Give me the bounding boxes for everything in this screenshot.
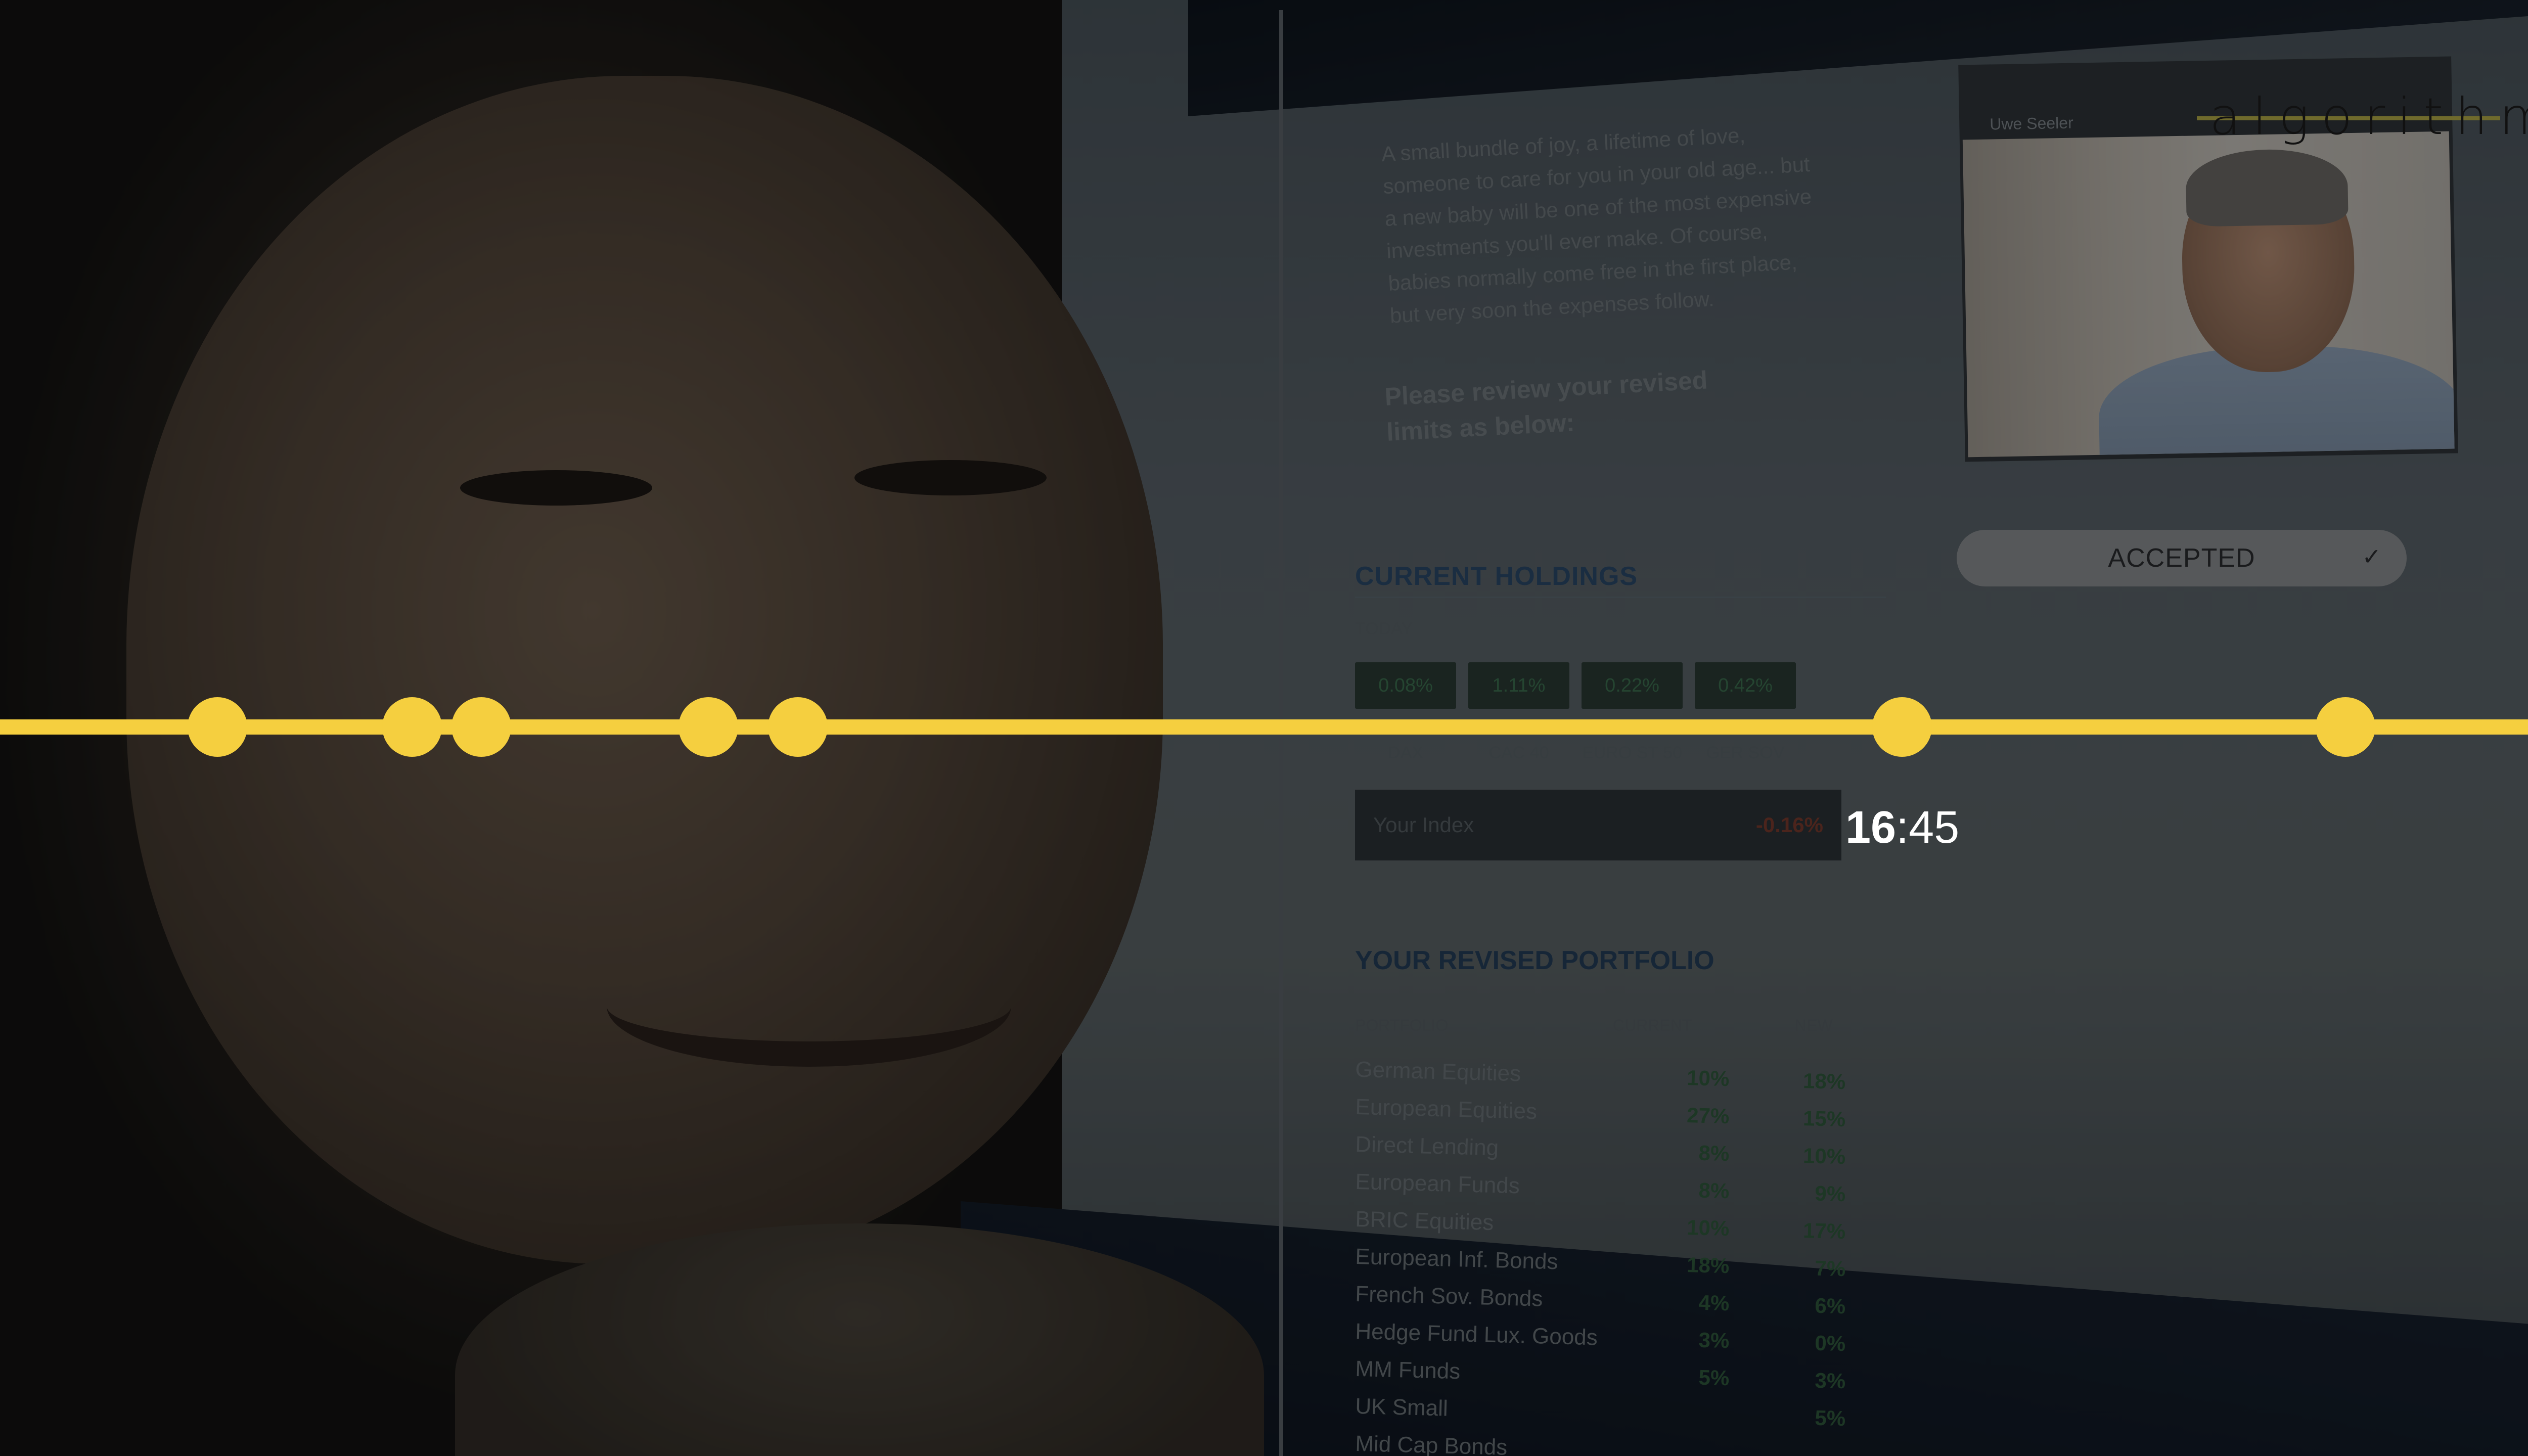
timeline-track[interactable]	[0, 719, 2528, 735]
timeline-marker[interactable]	[452, 697, 511, 757]
current-time: 16:45	[1845, 802, 1959, 854]
time-separator: :	[1896, 802, 1909, 853]
timeline-marker[interactable]	[2316, 697, 2375, 757]
timeline-marker[interactable]	[679, 697, 738, 757]
time-hour: 16	[1845, 802, 1897, 853]
time-minute: 45	[1909, 802, 1960, 853]
brand-logo: algorithm	[2209, 87, 2528, 146]
timeline-marker[interactable]	[188, 697, 247, 757]
timeline-marker-current[interactable]	[1872, 697, 1932, 757]
timeline-marker[interactable]	[768, 697, 828, 757]
timeline-marker[interactable]	[382, 697, 442, 757]
